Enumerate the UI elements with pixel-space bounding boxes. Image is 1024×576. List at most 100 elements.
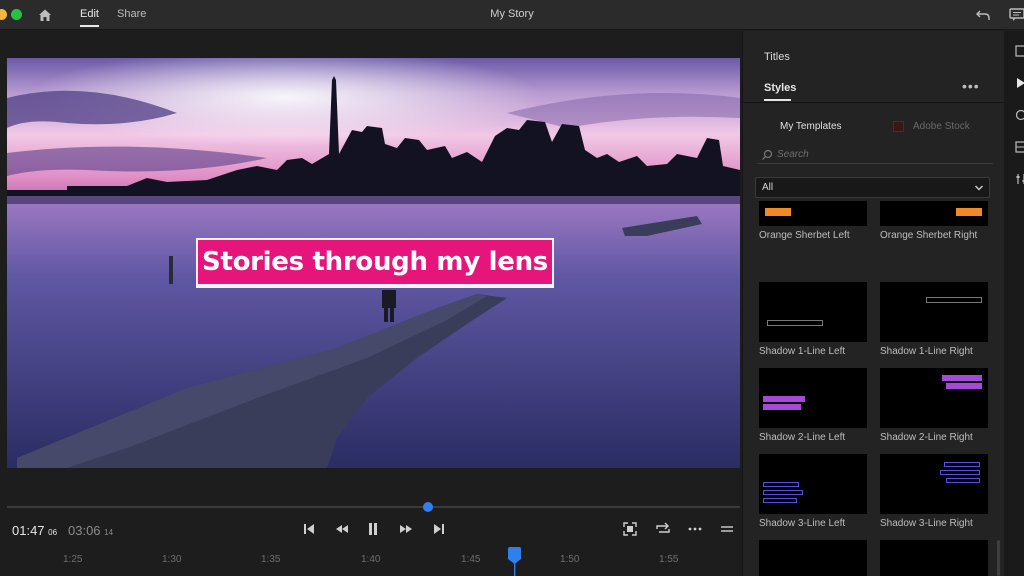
media-icon[interactable] bbox=[1015, 45, 1024, 57]
caption-preview bbox=[767, 320, 823, 326]
title-bar: Edit Share My Story bbox=[0, 0, 1024, 30]
template-name: Shadow 1-Line Left bbox=[759, 346, 846, 357]
ruler-tick: 1:40 bbox=[361, 554, 381, 565]
ruler-tick: 1:35 bbox=[261, 554, 281, 565]
caption-preview bbox=[946, 383, 982, 389]
panel-scrollbar[interactable] bbox=[997, 540, 1000, 576]
template-thumbnail bbox=[880, 454, 988, 514]
caption-preview bbox=[942, 375, 982, 381]
template-thumbnail bbox=[880, 368, 988, 428]
more-options-icon[interactable] bbox=[686, 520, 704, 538]
orange-caption-preview bbox=[956, 208, 982, 216]
scrubber-handle[interactable] bbox=[423, 502, 433, 512]
current-timecode: 01:47 06 bbox=[12, 523, 57, 538]
template-card[interactable]: Shadow 3-Line Left bbox=[759, 454, 867, 529]
titles-icon[interactable] bbox=[1015, 77, 1024, 89]
go-to-end-icon[interactable] bbox=[430, 520, 448, 538]
ruler-tick: 1:45 bbox=[461, 554, 481, 565]
tab-styles-indicator bbox=[764, 99, 791, 101]
title-overlay-text[interactable]: Stories through my lens bbox=[202, 247, 548, 277]
template-thumbnail bbox=[759, 282, 867, 342]
ruler-tick: 1:30 bbox=[162, 554, 182, 565]
ruler-tick: 1:55 bbox=[659, 554, 679, 565]
home-icon[interactable] bbox=[37, 7, 53, 23]
title-text-overlay[interactable]: Stories through my lens bbox=[196, 238, 554, 288]
loop-icon[interactable] bbox=[654, 520, 672, 538]
template-name: Orange Sherbet Left bbox=[759, 230, 850, 241]
adobe-stock-icon bbox=[893, 121, 904, 132]
caption-preview bbox=[763, 404, 801, 410]
tab-share[interactable]: Share bbox=[117, 8, 146, 20]
ruler-tick: 1:25 bbox=[63, 554, 83, 565]
scrubber-track[interactable] bbox=[7, 506, 740, 508]
template-thumbnail bbox=[759, 454, 867, 514]
template-name: Shadow 2-Line Right bbox=[880, 432, 973, 443]
total-frames: 14 bbox=[104, 528, 114, 537]
ruler-tick: 1:50 bbox=[560, 554, 580, 565]
window-minimize-button[interactable] bbox=[0, 9, 7, 20]
template-name: Shadow 1-Line Right bbox=[880, 346, 973, 357]
template-thumbnail bbox=[759, 368, 867, 428]
caption-preview bbox=[944, 462, 980, 467]
divider bbox=[743, 102, 1005, 103]
template-card[interactable]: Shadow 1-Line Right bbox=[880, 282, 988, 357]
orange-caption-preview bbox=[765, 208, 791, 216]
total-timecode: 03:06 14 bbox=[68, 523, 113, 538]
caption-preview bbox=[763, 498, 797, 503]
template-name: Shadow 3-Line Right bbox=[880, 518, 973, 529]
step-back-icon[interactable] bbox=[333, 520, 351, 538]
template-card[interactable] bbox=[880, 540, 988, 576]
pause-icon[interactable] bbox=[364, 520, 382, 538]
tool-strip bbox=[1004, 31, 1024, 576]
template-card[interactable]: Shadow 2-Line Right bbox=[880, 368, 988, 443]
template-card[interactable]: Shadow 3-Line Right bbox=[880, 454, 988, 529]
template-card[interactable]: Shadow 1-Line Left bbox=[759, 282, 867, 357]
template-card[interactable]: Shadow 2-Line Left bbox=[759, 368, 867, 443]
tab-styles[interactable]: Styles bbox=[764, 82, 796, 94]
fit-frame-icon[interactable] bbox=[621, 520, 639, 538]
go-to-start-icon[interactable] bbox=[300, 520, 318, 538]
search-icon bbox=[762, 149, 773, 160]
template-name: Orange Sherbet Right bbox=[880, 230, 978, 241]
caption-preview bbox=[926, 297, 982, 303]
template-name: Shadow 3-Line Left bbox=[759, 518, 846, 529]
tab-edit[interactable]: Edit bbox=[80, 8, 99, 20]
category-dropdown[interactable]: All bbox=[755, 177, 990, 198]
template-card[interactable]: Orange Sherbet Left bbox=[759, 201, 867, 241]
template-grid: Orange Sherbet Left Orange Sherbet Right… bbox=[759, 201, 995, 576]
adjust-icon[interactable] bbox=[1015, 173, 1024, 185]
color-icon[interactable] bbox=[1015, 109, 1024, 121]
panel-more-button[interactable]: ••• bbox=[962, 78, 980, 94]
caption-preview bbox=[940, 470, 980, 475]
caption-preview bbox=[763, 490, 803, 495]
window-zoom-button[interactable] bbox=[11, 9, 22, 20]
comment-icon[interactable] bbox=[1008, 7, 1024, 23]
tab-adobe-stock[interactable]: Adobe Stock bbox=[913, 121, 970, 132]
tab-edit-indicator bbox=[80, 25, 99, 27]
timeline-ruler[interactable]: 1:25 1:30 1:35 1:40 1:45 1:50 1:55 bbox=[7, 545, 740, 576]
current-time: 01:47 bbox=[12, 523, 45, 538]
step-forward-icon[interactable] bbox=[397, 520, 415, 538]
search-field[interactable] bbox=[757, 144, 993, 164]
category-dropdown-value: All bbox=[762, 182, 774, 193]
document-title: My Story bbox=[490, 8, 534, 20]
playhead[interactable] bbox=[508, 547, 521, 576]
app-window: Edit Share My Story Stories through my l… bbox=[0, 0, 1024, 576]
current-frames: 06 bbox=[48, 528, 58, 537]
template-thumbnail bbox=[880, 201, 988, 226]
template-thumbnail bbox=[759, 201, 867, 226]
caption-preview bbox=[763, 482, 799, 487]
menu-icon[interactable] bbox=[718, 520, 736, 538]
caption-preview bbox=[946, 478, 980, 483]
chevron-down-icon bbox=[975, 185, 983, 191]
tab-my-templates[interactable]: My Templates bbox=[780, 121, 842, 132]
panel-heading: Titles bbox=[764, 51, 790, 63]
template-card[interactable] bbox=[759, 540, 867, 576]
undo-icon[interactable] bbox=[975, 7, 991, 23]
caption-preview bbox=[763, 396, 805, 402]
template-thumbnail bbox=[880, 540, 988, 576]
search-input[interactable] bbox=[777, 146, 977, 162]
template-card[interactable]: Orange Sherbet Right bbox=[880, 201, 988, 241]
audio-icon[interactable] bbox=[1015, 141, 1024, 153]
template-thumbnail bbox=[880, 282, 988, 342]
